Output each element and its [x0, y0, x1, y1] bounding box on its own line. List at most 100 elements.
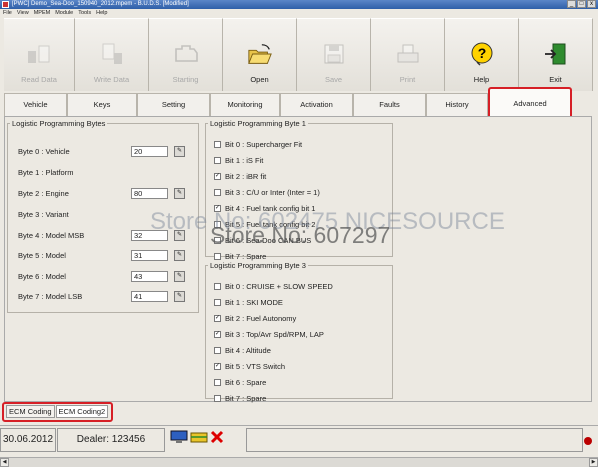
- status-date: 30.06.2012: [0, 428, 56, 452]
- menu-tools[interactable]: Tools: [78, 9, 91, 18]
- open-label: Open: [250, 75, 269, 84]
- menu-help[interactable]: Help: [96, 9, 107, 18]
- tab-faults[interactable]: Faults: [353, 93, 426, 116]
- byte1-bit1[interactable]: Bit 1 : iS Fit: [214, 156, 263, 165]
- byte5-input[interactable]: 31: [131, 250, 168, 261]
- status-message-box: [246, 428, 583, 452]
- checkbox[interactable]: [214, 395, 221, 402]
- window-controls: _ □ x: [567, 0, 596, 8]
- byte1-bit2[interactable]: ✓ Bit 2 : iBR fit: [214, 172, 266, 181]
- close-button[interactable]: x: [587, 0, 596, 8]
- disconnected-icon: [210, 430, 224, 444]
- checkbox-checked[interactable]: ✓: [214, 331, 221, 338]
- byte3-bit0[interactable]: Bit 0 : CRUISE + SLOW SPEED: [214, 282, 333, 291]
- byte3-bit4[interactable]: Bit 4 : Altitude: [214, 346, 271, 355]
- write-data-button[interactable]: Write Data: [75, 18, 149, 91]
- menu-view[interactable]: View: [17, 9, 29, 18]
- tab-history[interactable]: History: [426, 93, 488, 116]
- status-dealer: Dealer: 123456: [57, 428, 165, 452]
- checkbox[interactable]: [214, 157, 221, 164]
- help-question-icon: ?: [469, 41, 495, 67]
- connection-status: [170, 430, 224, 444]
- interface-module-icon: [190, 432, 208, 443]
- printer-icon: [395, 41, 421, 67]
- byte2-input[interactable]: 80: [131, 188, 168, 199]
- checkbox[interactable]: [214, 379, 221, 386]
- toolbar: Read Data Write Data Starting Open Save …: [0, 18, 598, 91]
- advanced-panel: Logistic Programming Bytes Byte 0 : Vehi…: [4, 116, 592, 403]
- byte2-label: Byte 2 : Engine: [18, 189, 69, 198]
- menu-module[interactable]: Module: [55, 9, 73, 18]
- checkbox[interactable]: [214, 189, 221, 196]
- checkbox-checked[interactable]: ✓: [214, 315, 221, 322]
- scroll-right-arrow[interactable]: ▶: [589, 458, 598, 467]
- byte3-bit3[interactable]: ✓ Bit 3 : Top/Avr Spd/RPM, LAP: [214, 330, 324, 339]
- byte3-label: Byte 3 : Variant: [18, 210, 69, 219]
- exit-label: Exit: [549, 75, 562, 84]
- byte6-edit-button[interactable]: ✎: [174, 271, 185, 282]
- main-tab-strip: Vehicle Keys Setting Monitoring Activati…: [4, 87, 572, 125]
- byte3-title: Logistic Programming Byte 3: [210, 261, 306, 270]
- open-button[interactable]: Open: [223, 18, 297, 91]
- read-data-button[interactable]: Read Data: [4, 18, 75, 91]
- help-button[interactable]: ? Help: [445, 18, 519, 91]
- print-button[interactable]: Print: [371, 18, 445, 91]
- checkbox-checked[interactable]: ✓: [214, 363, 221, 370]
- app-icon: [2, 1, 9, 8]
- byte7-edit-button[interactable]: ✎: [174, 291, 185, 302]
- save-button[interactable]: Save: [297, 18, 371, 91]
- byte0-input[interactable]: 20: [131, 146, 168, 157]
- read-data-label: Read Data: [21, 75, 57, 84]
- byte7-input[interactable]: 41: [131, 291, 168, 302]
- menu-mpem[interactable]: MPEM: [34, 9, 51, 18]
- menu-file[interactable]: File: [3, 9, 12, 18]
- status-bar: 30.06.2012 Dealer: 123456: [0, 425, 598, 457]
- exit-door-icon: [543, 41, 569, 67]
- checkbox[interactable]: [214, 141, 221, 148]
- byte1-bit0[interactable]: Bit 0 : Supercharger Fit: [214, 140, 302, 149]
- byte1-bit3[interactable]: Bit 3 : C/U or Inter (Inter = 1): [214, 188, 320, 197]
- svg-text:?: ?: [477, 45, 486, 61]
- byte3-bit7[interactable]: Bit 7 : Spare: [214, 394, 266, 403]
- horizontal-scrollbar[interactable]: ◀ ▶: [0, 457, 598, 467]
- byte1-label: Byte 1 : Platform: [18, 168, 74, 177]
- byte0-edit-button[interactable]: ✎: [174, 146, 185, 157]
- checkbox[interactable]: [214, 283, 221, 290]
- tab-activation[interactable]: Activation: [280, 93, 353, 116]
- checkbox-checked[interactable]: ✓: [214, 173, 221, 180]
- byte1-bit7[interactable]: Bit 7 : Spare: [214, 252, 266, 261]
- starting-label: Starting: [172, 75, 199, 84]
- byte6-input[interactable]: 43: [131, 271, 168, 282]
- save-label: Save: [324, 75, 343, 84]
- byte3-bit2[interactable]: ✓ Bit 2 : Fuel Autonomy: [214, 314, 296, 323]
- byte2-edit-button[interactable]: ✎: [174, 188, 185, 199]
- tab-ecm-coding2[interactable]: ECM Coding2: [55, 405, 109, 418]
- checkbox[interactable]: [214, 253, 221, 260]
- scroll-left-arrow[interactable]: ◀: [0, 458, 9, 467]
- memory-chip-icon: [26, 41, 52, 67]
- window-title: [PWC] Demo_Sea-Doo_150940_2012.mpem - B.…: [12, 1, 189, 7]
- checkbox[interactable]: [214, 299, 221, 306]
- window-title-bar: [PWC] Demo_Sea-Doo_150940_2012.mpem - B.…: [0, 0, 598, 9]
- tab-ecm-coding[interactable]: ECM Coding: [6, 405, 55, 418]
- maximize-button[interactable]: □: [577, 0, 586, 8]
- help-label: Help: [473, 75, 490, 84]
- engine-icon: [173, 41, 199, 67]
- exit-button[interactable]: Exit: [519, 18, 593, 91]
- byte0-label: Byte 0 : Vehicle: [18, 147, 70, 156]
- minimize-button[interactable]: _: [567, 0, 576, 8]
- tab-monitoring[interactable]: Monitoring: [210, 93, 280, 116]
- byte3-bit5[interactable]: ✓ Bit 5 : VTS Switch: [214, 362, 285, 371]
- logistic-bytes-title: Logistic Programming Bytes: [12, 119, 106, 128]
- byte7-label: Byte 7 : Model LSB: [18, 292, 83, 301]
- tab-setting[interactable]: Setting: [137, 93, 210, 116]
- byte5-edit-button[interactable]: ✎: [174, 250, 185, 261]
- checkbox[interactable]: [214, 347, 221, 354]
- watermark-store-number: Store No: 607297: [210, 222, 391, 248]
- tab-keys[interactable]: Keys: [67, 93, 137, 116]
- tab-vehicle[interactable]: Vehicle: [4, 93, 67, 116]
- byte3-bit1[interactable]: Bit 1 : SKI MODE: [214, 298, 283, 307]
- print-label: Print: [399, 75, 416, 84]
- byte3-bit6[interactable]: Bit 6 : Spare: [214, 378, 266, 387]
- starting-button[interactable]: Starting: [149, 18, 223, 91]
